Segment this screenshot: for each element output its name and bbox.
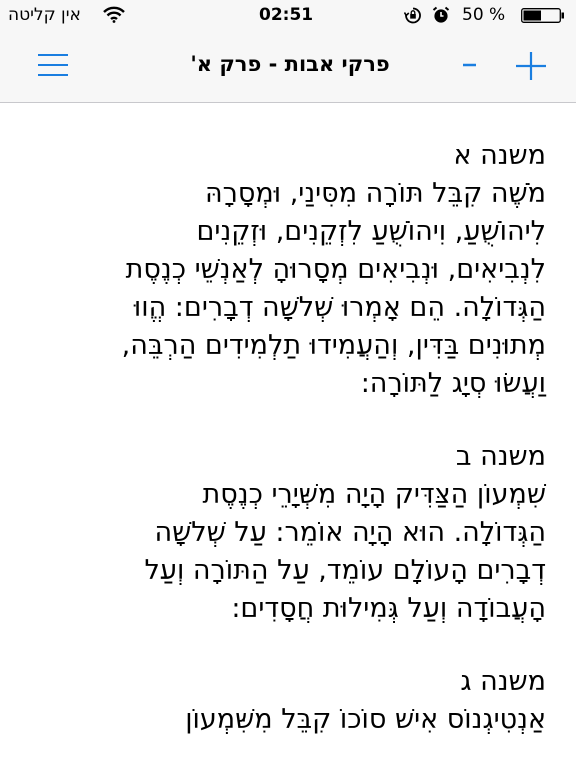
clock-time: 02:51 <box>259 5 314 25</box>
mishna-section: משנה ג אַנְטִיגְנוֹס אִישׁ סוֹכוֹ קִבֵּל … <box>30 663 546 739</box>
carrier-label: אין קליטה <box>8 5 81 25</box>
menu-icon <box>37 54 69 82</box>
wifi-icon <box>103 6 125 28</box>
mishna-text-line: מְתוּנִים בַּדִּין, וְהַעֲמִידוּ תַלְמִי… <box>121 330 546 361</box>
plus-icon <box>513 52 549 86</box>
mishna-text-line: הַגְּדוֹלָה. הֵם אָמְרוּ שְׁלשָׁה דְבָרִ… <box>133 292 546 323</box>
mishna-section: משנה ב שִׁמְעוֹן הַצַּדִּיק הָיָה מִשְּׁי… <box>30 438 546 628</box>
battery-icon <box>521 8 567 28</box>
mishna-text-line: לִיהוֹשֻׁעַ, וִיהוֹשֻׁעַ לִזְקֵנִים, וּז… <box>196 216 546 247</box>
menu-button[interactable] <box>37 52 69 80</box>
mishna-text-line: הָעֲבוֹדָה וְעַל גְּמִילוּת חֲסָדִים: <box>231 593 546 624</box>
mishna-text-line: מֹשֶׁה קִבֵּל תּוֹרָה מִסִּינַי, וּמְסָר… <box>205 178 546 209</box>
mishna-heading: משנה ב <box>455 441 546 472</box>
zoom-out-button[interactable] <box>458 50 482 80</box>
mishna-heading: משנה א <box>453 140 546 171</box>
mishna-text-line: אַנְטִיגְנוֹס אִישׁ סוֹכוֹ קִבֵּל מִשִּׁ… <box>185 704 546 735</box>
navigation-bar: פרקי אבות - פרק א' <box>0 30 576 103</box>
minus-icon <box>458 63 482 84</box>
mishna-text-line: לִנְבִיאִים, וּנְבִיאִים מְסָרוּהָ לְאַנ… <box>125 254 546 285</box>
zoom-in-button[interactable] <box>513 50 549 82</box>
orientation-lock-icon <box>403 7 422 29</box>
mishna-text-line: דְבָרִים הָעוֹלָם עוֹמֵד, עַל הַתּוֹרָה … <box>144 555 546 586</box>
mishna-text-line: וַעֲשׂוּ סְיָג לַתּוֹרָה: <box>360 368 546 399</box>
mishna-heading: משנה ג <box>460 666 546 697</box>
status-bar: אין קליטה 02:51 50 % <box>0 0 576 30</box>
mishna-text-line: שִׁמְעוֹן הַצַּדִּיק הָיָה מִשְּׁיָרֵי כ… <box>202 479 546 510</box>
mishna-text-line: הַגְּדוֹלָה. הוּא הָיָה אוֹמֵר: עַל שְׁל… <box>154 517 546 548</box>
chapter-text-view[interactable]: משנה א מֹשֶׁה קִבֵּל תּוֹרָה מִסִּינַי, ו… <box>0 103 576 768</box>
battery-percent: 50 % <box>462 5 506 25</box>
alarm-icon <box>432 6 450 29</box>
page-title: פרקי אבות - פרק א' <box>190 52 390 76</box>
mishnayot-list: משנה א מֹשֶׁה קִבֵּל תּוֹרָה מִסִּינַי, ו… <box>30 137 546 768</box>
mishna-section: משנה א מֹשֶׁה קִבֵּל תּוֹרָה מִסִּינַי, ו… <box>30 137 546 403</box>
